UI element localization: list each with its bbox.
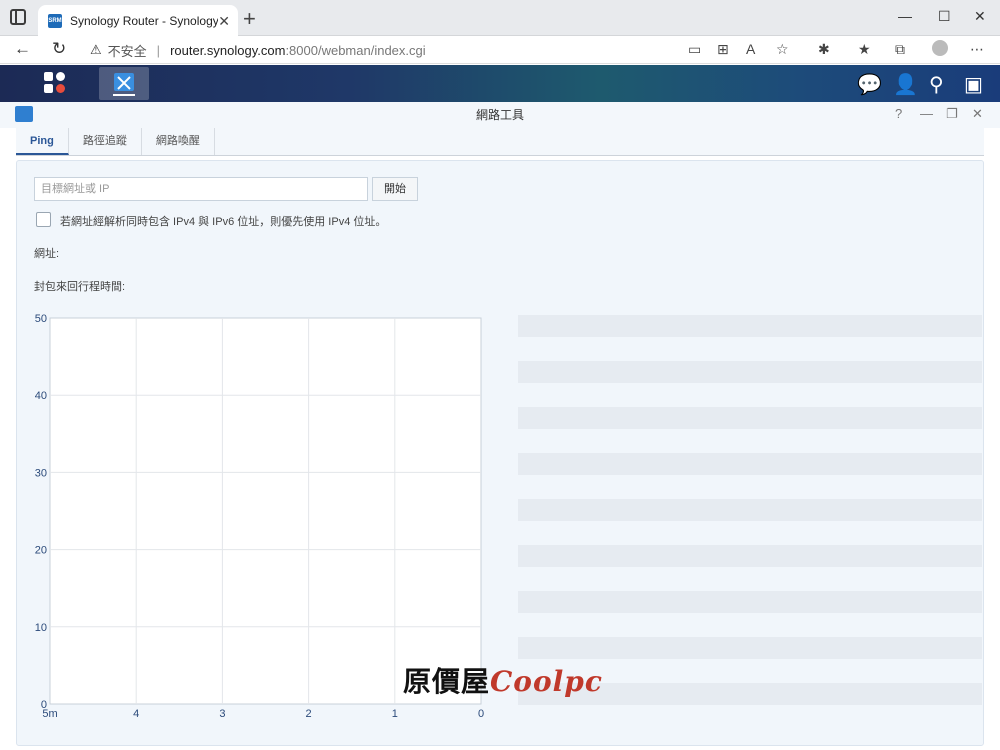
main-menu-icon[interactable]: [44, 72, 68, 96]
url-field[interactable]: ⚠ 不安全 | router.synology.com :8000/webman…: [90, 38, 810, 62]
refresh-icon[interactable]: ↻: [52, 39, 66, 59]
tab-actions-icon[interactable]: [10, 9, 26, 25]
help-icon[interactable]: ?: [895, 106, 902, 121]
network-tools-icon: [15, 106, 33, 122]
security-warning-text: 不安全: [107, 43, 147, 59]
tab-ping[interactable]: Ping: [16, 128, 69, 155]
read-aloud-icon[interactable]: A: [746, 41, 755, 57]
network-tools-taskbar-icon[interactable]: [99, 67, 149, 100]
watermark-logo-text: Coolpc: [490, 665, 603, 698]
placeholder-row: [518, 637, 982, 659]
extensions-icon[interactable]: ✱: [818, 41, 830, 58]
collections-icon[interactable]: ⧉: [895, 41, 905, 58]
start-button[interactable]: 開始: [372, 177, 418, 201]
address-label: 網址:: [34, 248, 60, 260]
notifications-icon[interactable]: 💬: [857, 72, 882, 97]
url-host: router.synology.com: [170, 42, 286, 58]
browser-tab-strip: SRM Synology Router - SynologyRout ✕ + —…: [0, 0, 1000, 36]
tab-title: Synology Router - SynologyRout: [70, 13, 218, 28]
address-bar: ← ↻ ⚠ 不安全 | router.synology.com :8000/we…: [0, 36, 1000, 64]
minimize-icon[interactable]: —: [898, 8, 912, 24]
new-tab-icon[interactable]: +: [243, 6, 256, 32]
window-title: 網路工具: [0, 102, 1000, 128]
rtt-label: 封包來回行程時間:: [34, 281, 126, 293]
browser-tab[interactable]: SRM Synology Router - SynologyRout ✕: [38, 5, 238, 36]
search-icon[interactable]: ⚲: [929, 72, 944, 97]
prefer-ipv4-checkbox[interactable]: [36, 212, 51, 227]
placeholder-row: [518, 315, 982, 337]
profile-avatar[interactable]: [932, 40, 948, 56]
tab-traceroute[interactable]: 路徑追蹤: [69, 128, 142, 155]
watermark-logo: 原價屋Coolpc: [403, 660, 603, 700]
window-minimize-icon[interactable]: —: [920, 106, 933, 121]
target-input[interactable]: 目標網址或 IP: [34, 177, 368, 201]
placeholder-row: [518, 499, 982, 521]
maximize-icon[interactable]: ☐: [938, 8, 951, 25]
window-close-icon[interactable]: ✕: [972, 106, 983, 122]
result-placeholder: [518, 315, 982, 715]
back-icon[interactable]: ←: [14, 39, 31, 59]
placeholder-row: [518, 453, 982, 475]
cast-icon[interactable]: ▭: [688, 41, 701, 58]
user-icon[interactable]: 👤: [893, 72, 918, 97]
window-restore-icon[interactable]: ❐: [946, 106, 958, 122]
placeholder-row: [518, 545, 982, 567]
placeholder-row: [518, 407, 982, 429]
apps-icon[interactable]: ⊞: [717, 41, 729, 58]
placeholder-row: [518, 591, 982, 613]
watermark-cn: 原價屋: [403, 665, 491, 698]
tool-tabs: Ping 路徑追蹤 網路喚醒: [16, 128, 984, 156]
favorites-icon[interactable]: ★: [858, 41, 871, 58]
more-menu-icon[interactable]: ⋯: [970, 41, 984, 58]
srm-taskbar: 💬 👤 ⚲ ▣: [0, 65, 1000, 102]
srm-favicon-icon: SRM: [48, 13, 62, 28]
warning-icon: ⚠: [90, 42, 102, 57]
close-tab-icon[interactable]: ✕: [218, 13, 230, 30]
prefer-ipv4-label: 若網址經解析同時包含 IPv4 與 IPv6 位址，則優先使用 IPv4 位址。: [60, 216, 387, 228]
url-path: :8000/webman/index.cgi: [285, 42, 426, 58]
close-window-icon[interactable]: ✕: [974, 8, 986, 25]
url-separator: |: [156, 42, 161, 58]
favorite-add-icon[interactable]: ☆: [776, 41, 789, 58]
placeholder-row: [518, 361, 982, 383]
tab-wake-on-lan[interactable]: 網路喚醒: [142, 128, 215, 155]
widgets-icon[interactable]: ▣: [964, 72, 983, 97]
